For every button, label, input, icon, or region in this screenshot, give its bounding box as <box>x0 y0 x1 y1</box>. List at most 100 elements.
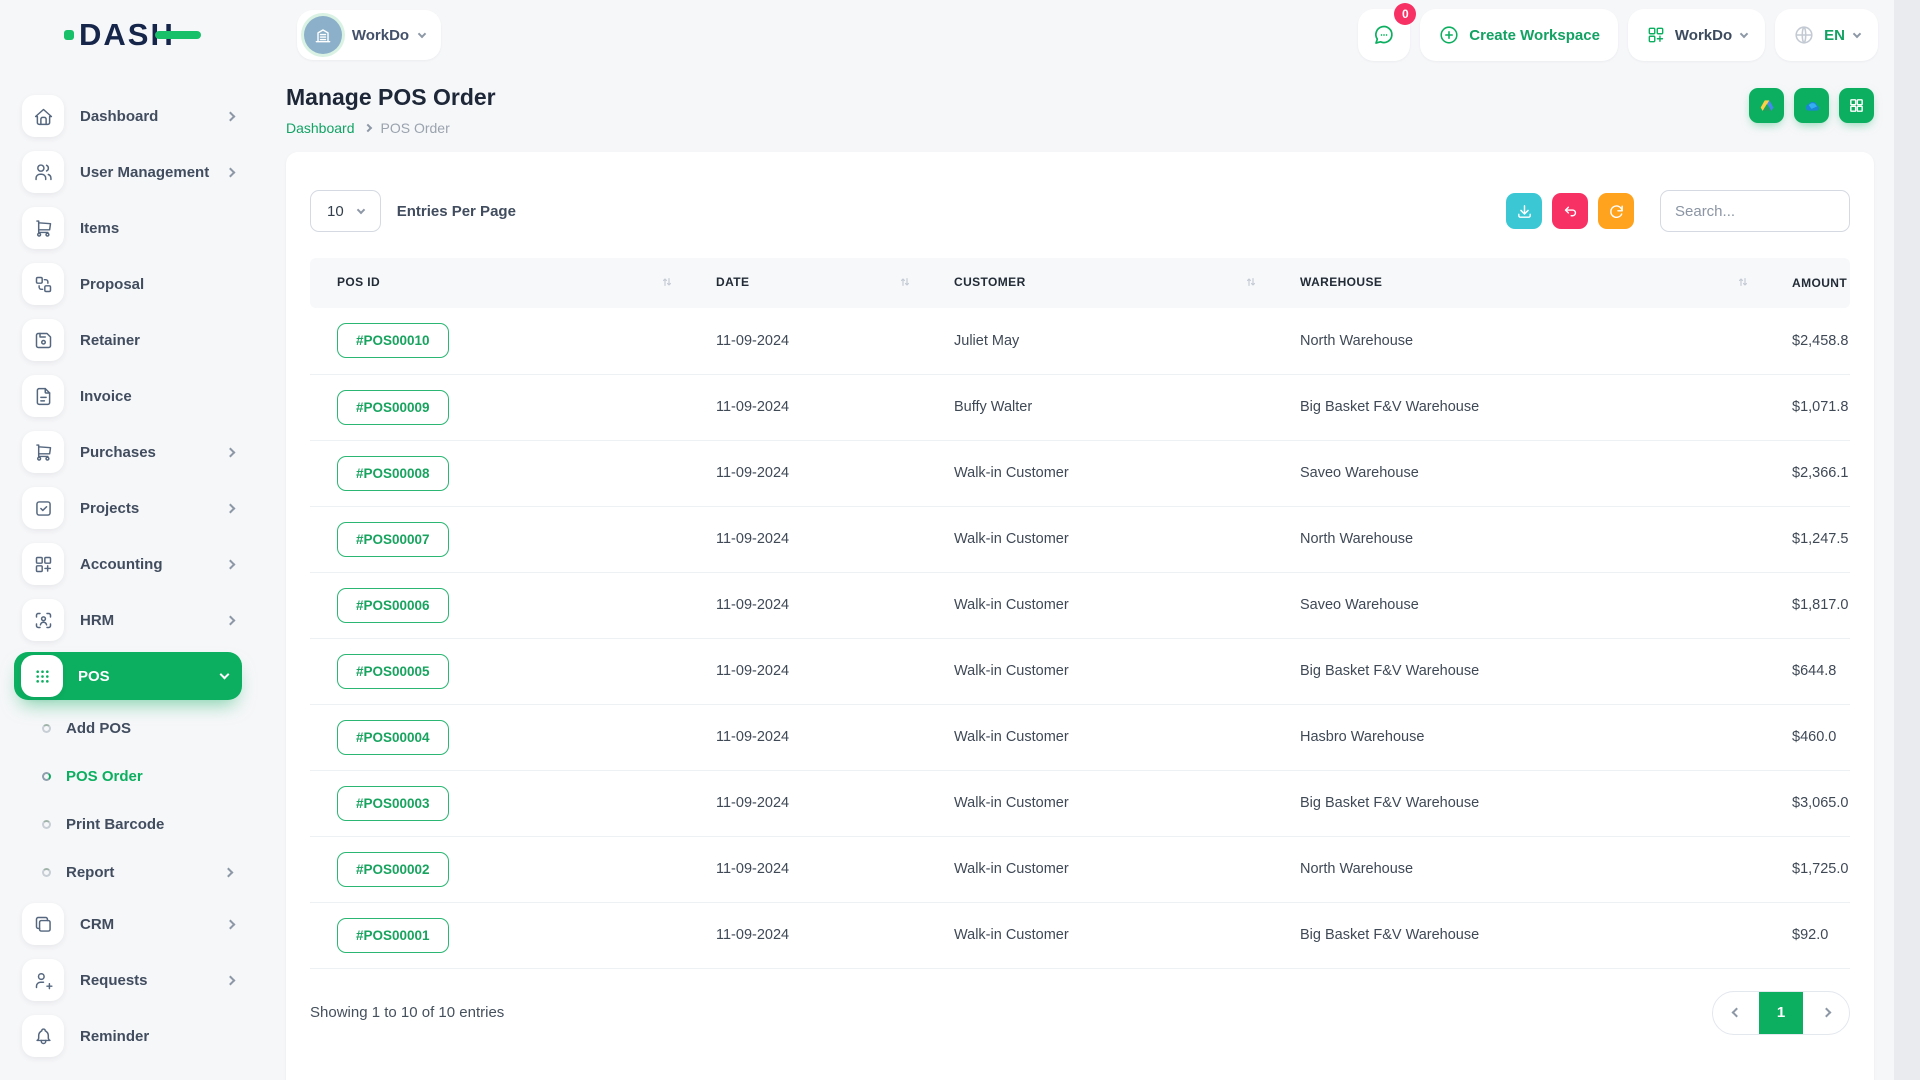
pos-id-link[interactable]: #POS00008 <box>337 456 449 491</box>
create-workspace-button[interactable]: Create Workspace <box>1420 9 1618 61</box>
column-header-warehouse[interactable]: WAREHOUSE <box>1273 258 1765 308</box>
breadcrumb: Dashboard POS Order <box>286 120 496 136</box>
column-header-customer[interactable]: CUSTOMER <box>927 258 1273 308</box>
plus-circle-icon <box>1438 24 1460 46</box>
entries-per-page-select[interactable]: 10 <box>310 190 381 232</box>
search-input[interactable] <box>1660 190 1850 232</box>
cards-icon <box>33 914 54 935</box>
pos-id-link[interactable]: #POS00009 <box>337 390 449 425</box>
pos-id-link[interactable]: #POS00002 <box>337 852 449 887</box>
cell-amount: $92.0 <box>1765 902 1850 968</box>
pos-id-link[interactable]: #POS00010 <box>337 323 449 358</box>
page-actions <box>1749 88 1874 123</box>
chevron-right-icon <box>226 919 236 929</box>
sidebar-subitem-report[interactable]: Report <box>0 848 256 896</box>
sidebar-item-dashboard[interactable]: Dashboard <box>0 88 256 144</box>
chat-icon <box>1372 23 1396 47</box>
sidebar-item-invoice[interactable]: Invoice <box>0 368 256 424</box>
chevron-right-icon <box>226 167 236 177</box>
sidebar-item-retainer[interactable]: Retainer <box>0 312 256 368</box>
main-content: Manage POS Order Dashboard POS Order <box>256 70 1920 1080</box>
page-title: Manage POS Order <box>286 84 496 111</box>
topbar-actions: 0 Create Workspace WorkDo EN <box>1358 9 1878 61</box>
cell-warehouse: North Warehouse <box>1273 506 1765 572</box>
sidebar-item-reminder[interactable]: Reminder <box>0 1008 256 1064</box>
workspace-menu-button[interactable]: WorkDo <box>1628 9 1765 61</box>
sidebar-item-pos[interactable]: POS <box>14 652 242 700</box>
checkbox-icon <box>33 498 54 519</box>
cell-customer: Buffy Walter <box>927 374 1273 440</box>
bell-icon <box>33 1026 54 1047</box>
pos-id-link[interactable]: #POS00001 <box>337 918 449 953</box>
pos-id-link[interactable]: #POS00007 <box>337 522 449 557</box>
sidebar-subitem-pos-order[interactable]: POS Order <box>0 752 256 800</box>
pos-id-link[interactable]: #POS00004 <box>337 720 449 755</box>
messages-button[interactable]: 0 <box>1358 9 1410 61</box>
cell-amount: $1,817.0 <box>1765 572 1850 638</box>
pos-id-link[interactable]: #POS00003 <box>337 786 449 821</box>
onedrive-button[interactable] <box>1794 88 1829 123</box>
refresh-button[interactable] <box>1598 193 1634 229</box>
cell-date: 11-09-2024 <box>689 770 927 836</box>
chevron-down-icon <box>1740 29 1748 37</box>
apps-grid-button[interactable] <box>1839 88 1874 123</box>
sidebar-item-hrm[interactable]: HRM <box>0 592 256 648</box>
chevron-right-icon <box>226 447 236 457</box>
bullet-icon <box>42 772 51 781</box>
breadcrumb-dashboard-link[interactable]: Dashboard <box>286 120 355 136</box>
pos-order-table: POS ID DATE CUSTOMER WAREHOUSE AMOUNT #P <box>310 258 1850 969</box>
chevron-right-icon <box>226 503 236 513</box>
sort-icon <box>899 276 911 291</box>
column-header-date[interactable]: DATE <box>689 258 927 308</box>
cell-amount: $1,247.5 <box>1765 506 1850 572</box>
page-1-button[interactable]: 1 <box>1759 992 1803 1034</box>
google-drive-button[interactable] <box>1749 88 1784 123</box>
workspace-selector[interactable]: WorkDo <box>297 10 441 60</box>
column-header-pos-id[interactable]: POS ID <box>310 258 689 308</box>
sidebar-subitem-add-pos[interactable]: Add POS <box>0 704 256 752</box>
pagination: 1 <box>1712 991 1850 1035</box>
sidebar-item-proposal[interactable]: Proposal <box>0 256 256 312</box>
logo: DASH <box>64 17 201 53</box>
export-button[interactable] <box>1506 193 1542 229</box>
undo-button[interactable] <box>1552 193 1588 229</box>
sidebar-subitem-print-barcode[interactable]: Print Barcode <box>0 800 256 848</box>
chevron-right-icon <box>226 111 236 121</box>
cell-warehouse: Big Basket F&V Warehouse <box>1273 374 1765 440</box>
user-plus-icon <box>33 970 54 991</box>
sidebar-item-accounting[interactable]: Accounting <box>0 536 256 592</box>
cell-customer: Walk-in Customer <box>927 836 1273 902</box>
cell-customer: Walk-in Customer <box>927 704 1273 770</box>
chevron-right-icon <box>1821 1008 1831 1018</box>
page-scrollbar[interactable] <box>1894 0 1920 1080</box>
table-row: #POS00006 11-09-2024 Walk-in Customer Sa… <box>310 572 1850 638</box>
users-icon <box>33 162 54 183</box>
language-selector[interactable]: EN <box>1775 9 1878 61</box>
sidebar-item-items[interactable]: Items <box>0 200 256 256</box>
entries-summary: Showing 1 to 10 of 10 entries <box>310 1004 504 1021</box>
pos-id-link[interactable]: #POS00005 <box>337 654 449 689</box>
chevron-down-icon <box>418 29 426 37</box>
cell-customer: Walk-in Customer <box>927 440 1273 506</box>
sidebar-item-purchases[interactable]: Purchases <box>0 424 256 480</box>
cell-date: 11-09-2024 <box>689 638 927 704</box>
column-header-amount[interactable]: AMOUNT <box>1765 258 1850 308</box>
cell-customer: Walk-in Customer <box>927 572 1273 638</box>
sidebar-item-requests[interactable]: Requests <box>0 952 256 1008</box>
next-page-button[interactable] <box>1803 992 1849 1034</box>
table-row: #POS00004 11-09-2024 Walk-in Customer Ha… <box>310 704 1850 770</box>
table-row: #POS00003 11-09-2024 Walk-in Customer Bi… <box>310 770 1850 836</box>
cell-warehouse: Big Basket F&V Warehouse <box>1273 638 1765 704</box>
sidebar-item-crm[interactable]: CRM <box>0 896 256 952</box>
sidebar-item-user-management[interactable]: User Management <box>0 144 256 200</box>
sidebar-item-projects[interactable]: Projects <box>0 480 256 536</box>
cell-amount: $2,366.1 <box>1765 440 1850 506</box>
floppy-icon <box>33 330 54 351</box>
pos-order-card: 10 Entries Per Page <box>286 152 1874 1080</box>
prev-page-button[interactable] <box>1713 992 1759 1034</box>
user-scan-icon <box>33 610 54 631</box>
home-icon <box>33 106 54 127</box>
pos-id-link[interactable]: #POS00006 <box>337 588 449 623</box>
table-toolbar: 10 Entries Per Page <box>310 190 1850 232</box>
chevron-right-icon <box>363 124 371 132</box>
